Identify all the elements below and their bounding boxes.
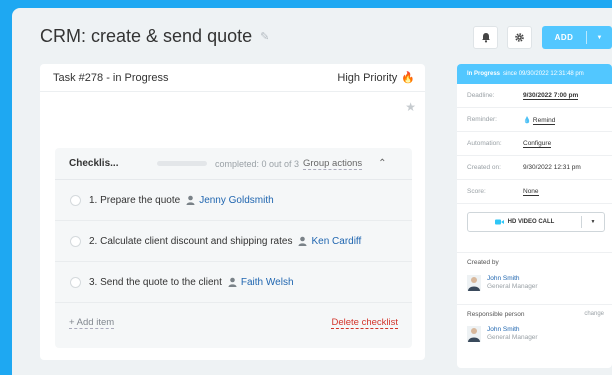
checklist-header: Checklis... completed: 0 out of 3 Group …	[55, 148, 412, 180]
video-camera-icon	[494, 219, 504, 225]
checkbox-circle[interactable]	[70, 276, 81, 288]
checklist-item: 3. Send the quote to the client Faith We…	[55, 262, 412, 303]
notification-button[interactable]	[473, 26, 498, 49]
settings-button[interactable]	[507, 26, 532, 49]
video-call-button[interactable]: HD VIDEO CALL ▼	[467, 212, 605, 232]
task-header: Task #278 - in Progress High Priority 🔥	[40, 64, 425, 92]
assignee: Ken Cardiff	[298, 236, 361, 247]
video-call-wrap: HD VIDEO CALL ▼	[457, 204, 612, 232]
responsible-label: Responsible person	[467, 311, 525, 318]
status-bar: In Progress since 09/30/2022 12:31:48 pm	[457, 64, 612, 84]
checklist-panel: Checklis... completed: 0 out of 3 Group …	[55, 148, 412, 348]
reminder-row: Reminder: 💧 Remind	[457, 108, 612, 132]
assignee: Jenny Goldsmith	[186, 195, 274, 206]
assignee: Faith Welsh	[228, 277, 294, 288]
created-by-role: General Manager	[487, 283, 538, 290]
status-since: since 09/30/2022 12:31:48 pm	[503, 71, 584, 77]
priority-toggle[interactable]: High Priority 🔥	[337, 71, 415, 85]
chevron-down-icon[interactable]: ▼	[582, 219, 604, 225]
checklist-progress-bar	[157, 161, 207, 166]
checklist-footer: + Add item Delete checklist	[55, 303, 412, 343]
created-by-user: John Smith General Manager	[467, 275, 538, 291]
drop-icon: 💧	[523, 116, 532, 124]
divider	[457, 304, 612, 305]
automation-label: Automation:	[467, 140, 502, 147]
divider	[457, 252, 612, 253]
checklist-item: 1. Prepare the quote Jenny Goldsmith	[55, 180, 412, 221]
created-by-label: Created by	[467, 259, 499, 266]
user-icon	[298, 236, 307, 246]
deadline-row: Deadline: 9/30/2022 7:00 pm	[457, 84, 612, 108]
reminder-label: Reminder:	[467, 116, 497, 123]
checklist-item-text: 1. Prepare the quote	[89, 194, 181, 206]
star-icon[interactable]: ★	[405, 100, 416, 114]
bell-icon	[481, 33, 490, 43]
created-on-row: Created on: 9/30/2022 12:31 pm	[457, 156, 612, 180]
chevron-down-icon[interactable]: ▼	[587, 35, 612, 41]
reminder-value: Remind	[532, 116, 556, 125]
created-on-label: Created on:	[467, 164, 501, 171]
score-label: Score:	[467, 188, 486, 195]
task-sidebar: In Progress since 09/30/2022 12:31:48 pm…	[457, 64, 612, 368]
created-by-details: John Smith General Manager	[487, 275, 538, 290]
video-call-main[interactable]: HD VIDEO CALL	[468, 219, 581, 225]
task-card: Task #278 - in Progress High Priority 🔥 …	[40, 64, 425, 360]
responsible-name[interactable]: John Smith	[487, 326, 538, 333]
score-row: Score: None	[457, 180, 612, 204]
group-actions-link[interactable]: Group actions	[303, 158, 363, 170]
score-value[interactable]: None	[523, 188, 539, 196]
priority-label: High Priority	[337, 71, 398, 84]
delete-checklist-link[interactable]: Delete checklist	[331, 317, 398, 329]
add-button[interactable]: ADD ▼	[542, 26, 612, 49]
checkbox-circle[interactable]	[70, 194, 81, 206]
status-label: In Progress	[467, 71, 501, 77]
user-icon	[186, 195, 195, 205]
checklist-item-text: 3. Send the quote to the client	[89, 276, 222, 288]
reminder-control[interactable]: 💧 Remind	[523, 116, 556, 125]
deadline-value[interactable]: 9/30/2022 7:00 pm	[523, 92, 579, 100]
checklist-title[interactable]: Checklis...	[69, 158, 157, 169]
add-button-label: ADD	[554, 33, 574, 42]
automation-value[interactable]: Configure	[523, 140, 552, 148]
pencil-icon[interactable]: ✎	[260, 30, 269, 43]
chevron-up-icon[interactable]: ⌃	[378, 158, 386, 169]
checklist-completed: completed: 0 out of 3	[215, 158, 300, 169]
user-icon	[228, 277, 237, 287]
created-on-value: 9/30/2022 12:31 pm	[523, 164, 581, 171]
avatar	[467, 275, 481, 291]
created-by-name[interactable]: John Smith	[487, 275, 538, 282]
deadline-label: Deadline:	[467, 92, 495, 99]
checklist-item-text: 2. Calculate client discount and shippin…	[89, 235, 293, 247]
responsible-role: General Manager	[487, 334, 538, 341]
assignee-link[interactable]: Ken Cardiff	[311, 236, 361, 247]
responsible-user: John Smith General Manager	[467, 326, 538, 342]
checklist-item: 2. Calculate client discount and shippin…	[55, 221, 412, 262]
video-call-label: HD VIDEO CALL	[507, 219, 555, 225]
flame-icon: 🔥	[401, 72, 415, 84]
page-title-text: CRM: create & send quote	[40, 26, 253, 46]
assignee-link[interactable]: Faith Welsh	[241, 277, 294, 288]
page-title: CRM: create & send quote ✎	[40, 26, 269, 47]
assignee-link[interactable]: Jenny Goldsmith	[199, 195, 273, 206]
gear-icon	[515, 33, 524, 42]
responsible-details: John Smith General Manager	[487, 326, 538, 341]
checkbox-circle[interactable]	[70, 235, 81, 247]
change-responsible-link[interactable]: change	[584, 311, 604, 317]
automation-row: Automation: Configure	[457, 132, 612, 156]
task-title: Task #278 - in Progress	[53, 71, 169, 84]
add-item-link[interactable]: + Add item	[69, 317, 115, 329]
avatar	[467, 326, 481, 342]
